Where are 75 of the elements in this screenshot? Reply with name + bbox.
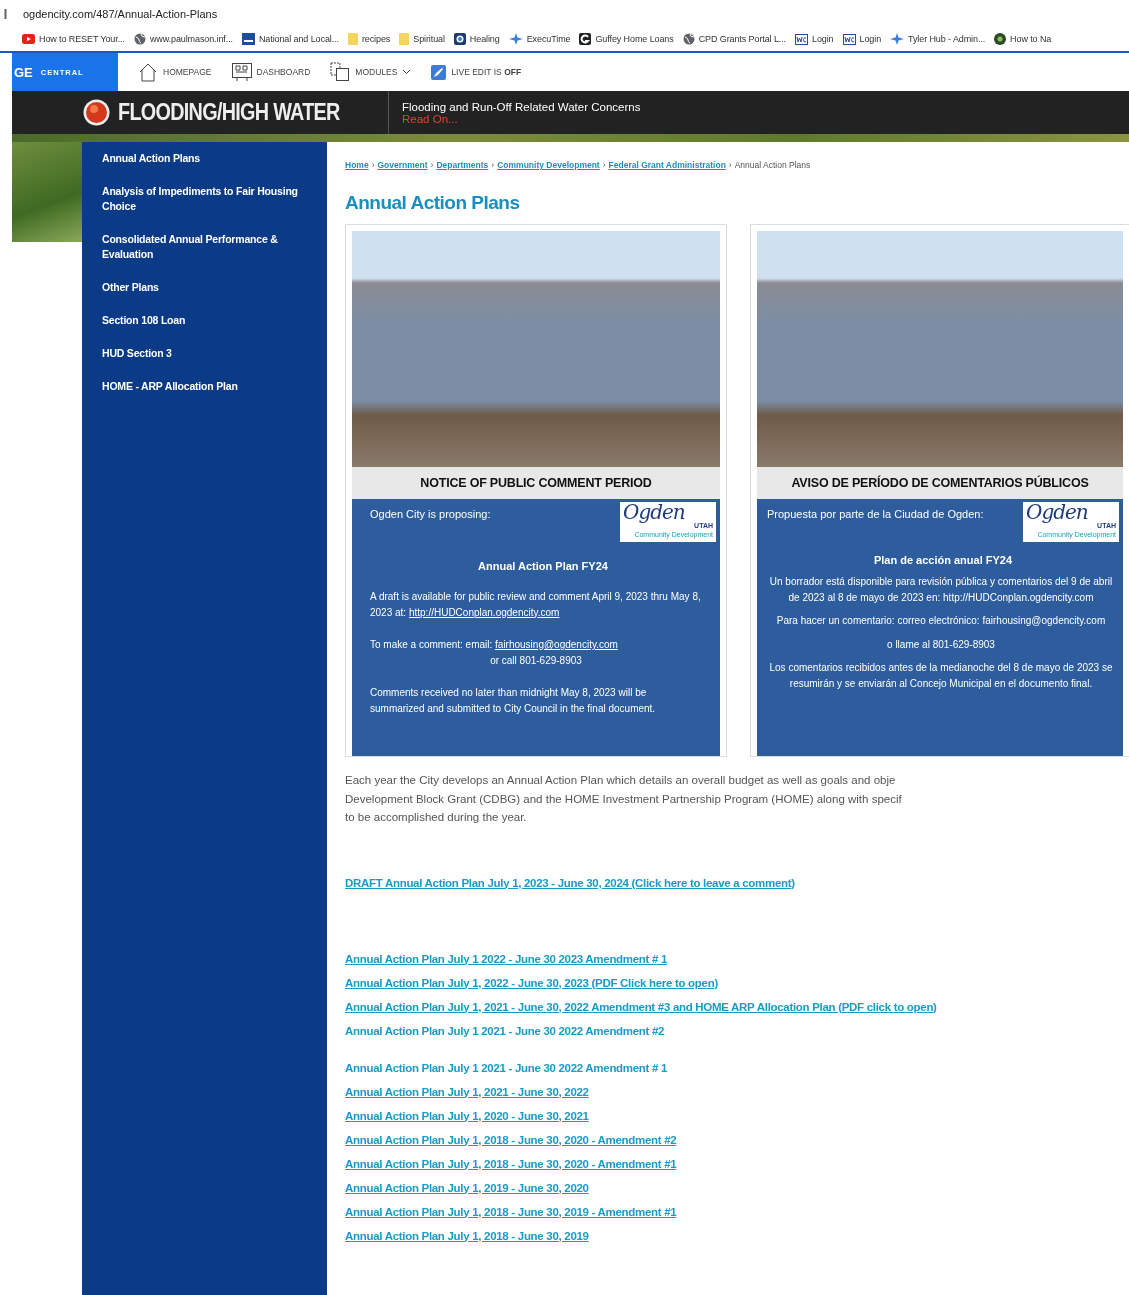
flyer-intro: Ogden City is proposing: xyxy=(370,508,491,520)
flyer-intro: Propuesta por parte de la Ciudad de Ogden: xyxy=(767,508,984,520)
breadcrumb-separator: › xyxy=(430,160,434,170)
bookmark-link[interactable]: Spiritual xyxy=(399,33,445,45)
caret-icon xyxy=(402,69,412,75)
sidebar-item[interactable]: Consolidated Annual Performance & Evaluation xyxy=(102,232,307,262)
alert-message: Flooding and Run-Off Related Water Concerns xyxy=(402,100,641,113)
badge-icon xyxy=(453,33,466,45)
bookmark-link[interactable]: How to Na xyxy=(994,33,1052,45)
sparkle-icon xyxy=(508,33,523,45)
logo-icon xyxy=(579,33,592,45)
sidebar-item[interactable]: Annual Action Plans xyxy=(102,151,307,166)
sparkle-icon xyxy=(890,33,905,45)
sidebar-item[interactable]: Analysis of Impediments to Fair Housing Choice xyxy=(102,184,307,214)
breadcrumb-link[interactable]: Federal Grant Administration xyxy=(608,160,726,170)
folder-icon xyxy=(399,33,410,45)
breadcrumb-link[interactable]: Community Development xyxy=(497,160,600,170)
bookmark-link[interactable]: ExecuTime xyxy=(508,33,571,45)
flyer-paragraph: To make a comment: email: fairhousing@ogdencity.com or call 801-629-8903 xyxy=(370,638,619,668)
flyer-header: NOTICE OF PUBLIC COMMENT PERIOD xyxy=(352,467,720,499)
bookmark-link[interactable]: Healing xyxy=(453,33,500,45)
home-icon xyxy=(138,62,158,82)
bookmark-link[interactable]: www.paulmason.inf... xyxy=(133,33,233,45)
edit-icon xyxy=(431,64,447,80)
admin-menu-item[interactable]: DASHBOARD xyxy=(231,63,311,81)
bookmark-link[interactable]: recipes xyxy=(347,33,391,45)
circle-icon xyxy=(994,33,1007,45)
flyer-link[interactable]: http://HUDConplan.ogdencity.com xyxy=(408,606,560,618)
image-icon xyxy=(241,33,255,45)
flyer-heading: Annual Action Plan FY24 xyxy=(477,560,609,572)
flyer-paragraph: Comments received no later than midnight May 8, 2023 will be summarized and submitted to City Council in the final document. xyxy=(370,686,657,716)
breadcrumb-link[interactable]: Home xyxy=(345,160,369,170)
dashboard-icon xyxy=(231,63,252,81)
admin-menu-item[interactable]: LIVE EDIT IS OFF xyxy=(431,64,522,80)
bookmark-link[interactable]: How to RESET Your... xyxy=(22,34,125,44)
globe-icon xyxy=(133,33,146,45)
alert-title: FLOODING/HIGH WATER xyxy=(118,99,340,126)
bookmark-link[interactable]: National and Local... xyxy=(241,33,339,45)
bookmark-link[interactable]: Tyler Hub - Admin... xyxy=(890,33,986,45)
sidebar-item[interactable]: HOME - ARP Allocation Plan xyxy=(102,379,307,394)
read-on-link[interactable]: Read On... xyxy=(402,112,641,125)
bookmark-link[interactable]: Login xyxy=(795,33,834,45)
sidebar-item[interactable]: Other Plans xyxy=(102,280,307,295)
flyer-paragraph: o llame al 801-629-8903 xyxy=(886,637,996,652)
admin-menu-item[interactable]: MODULES xyxy=(330,62,412,82)
breadcrumb-separator: › xyxy=(491,160,495,170)
logo-icon xyxy=(795,33,808,45)
url-text[interactable]: ogdencity.com/487/Annual-Action-Plans xyxy=(23,7,218,20)
breadcrumb-link[interactable]: Departments xyxy=(436,160,489,170)
sidebar-item[interactable]: Section 108 Loan xyxy=(102,313,307,328)
breadcrumb-current: Annual Action Plans xyxy=(734,160,811,170)
flyer-paragraph: Un borrador está disponible para revisión pública y comentarios del 9 de abril de 2023 al 8 de mayo de 2023 en: http://HUDConplan.ogdencity.com xyxy=(768,575,1114,605)
bookmark-link[interactable]: Login xyxy=(842,33,882,45)
breadcrumb-separator: › xyxy=(602,160,606,170)
breadcrumb-separator: › xyxy=(728,160,732,170)
globe-icon xyxy=(682,33,695,45)
flyer-heading: Plan de acción anual FY24 xyxy=(872,554,1014,566)
breadcrumb-separator: › xyxy=(371,160,375,170)
admin-menu-item[interactable]: HOMEPAGE xyxy=(138,62,212,82)
folder-icon xyxy=(347,33,358,45)
page-title: Annual Action Plans xyxy=(345,192,521,214)
flyer-paragraph: Los comentarios recibidos antes de la medianoche del 8 de mayo de 2023 se resumirán y se enviarán al Concejo Municipal en el documento final. xyxy=(768,661,1114,691)
bookmark-link[interactable]: CPD Grants Portal L... xyxy=(682,33,786,45)
modules-icon xyxy=(330,62,351,82)
description-paragraph: Each year the City develops an Annual Action Plan which details an overall budget as well as goals and obje Development Block Grant (CDBG) and the HOME Investment Partnership Program (HOME) along with specif to be accomplished during the year. xyxy=(345,773,903,825)
alert-dot-icon xyxy=(83,99,110,126)
bookmark-link[interactable]: Guffey Home Loans xyxy=(579,33,674,45)
flyer-paragraph: A draft is available for public review and comment April 9, 2023 thru May 8, 2023 at: http://HUDConplan.ogdencity.com xyxy=(370,590,702,620)
flyer-header: AVISO DE PERÍODO DE COMENTARIOS PÚBLICOS xyxy=(757,467,1123,499)
play-icon xyxy=(22,34,35,44)
flyer-link[interactable]: fairhousing@ogdencity.com xyxy=(495,639,618,650)
breadcrumb-link[interactable]: Government xyxy=(377,160,428,170)
sidebar-item[interactable]: HUD Section 3 xyxy=(102,346,307,361)
logo-icon xyxy=(842,33,856,45)
flyer-paragraph: Para hacer un comentario: correo electrónico: fairhousing@ogdencity.com xyxy=(775,614,1107,628)
